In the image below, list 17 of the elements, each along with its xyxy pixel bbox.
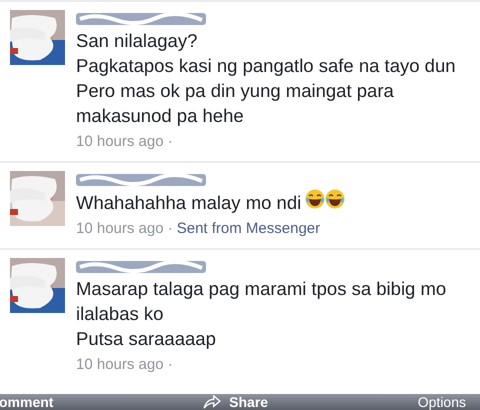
comment-text: Putsa saraaaaap xyxy=(76,327,217,351)
share-button[interactable]: Share xyxy=(229,394,268,410)
comment-text: San nilalagay? xyxy=(76,29,198,53)
comment-text: ilalabas ko xyxy=(76,302,164,326)
messenger-link[interactable]: Sent from Messenger xyxy=(176,219,320,239)
laughing-face-icon xyxy=(325,189,346,209)
comment-text: Masarap talaga pag marami tpos sa bibig mo xyxy=(76,277,446,301)
options-button[interactable]: Options xyxy=(418,394,466,410)
timestamp: 10 hours ago · xyxy=(76,355,173,375)
timestamp: 10 hours ago · xyxy=(76,132,173,152)
comment-text: Pagkatapos kasi ng pangatlo safe na tayo dun xyxy=(76,54,456,78)
laughing-face-icon xyxy=(305,189,326,209)
comment-text: makasunod pa hehe xyxy=(76,104,245,128)
comment-text: Pero mas ok pa din yung maingat para xyxy=(76,79,395,103)
comment-text: Whahahahha malay mo ndi xyxy=(76,189,346,215)
share-icon[interactable] xyxy=(203,395,222,409)
timestamp: 10 hours ago · xyxy=(76,219,173,239)
